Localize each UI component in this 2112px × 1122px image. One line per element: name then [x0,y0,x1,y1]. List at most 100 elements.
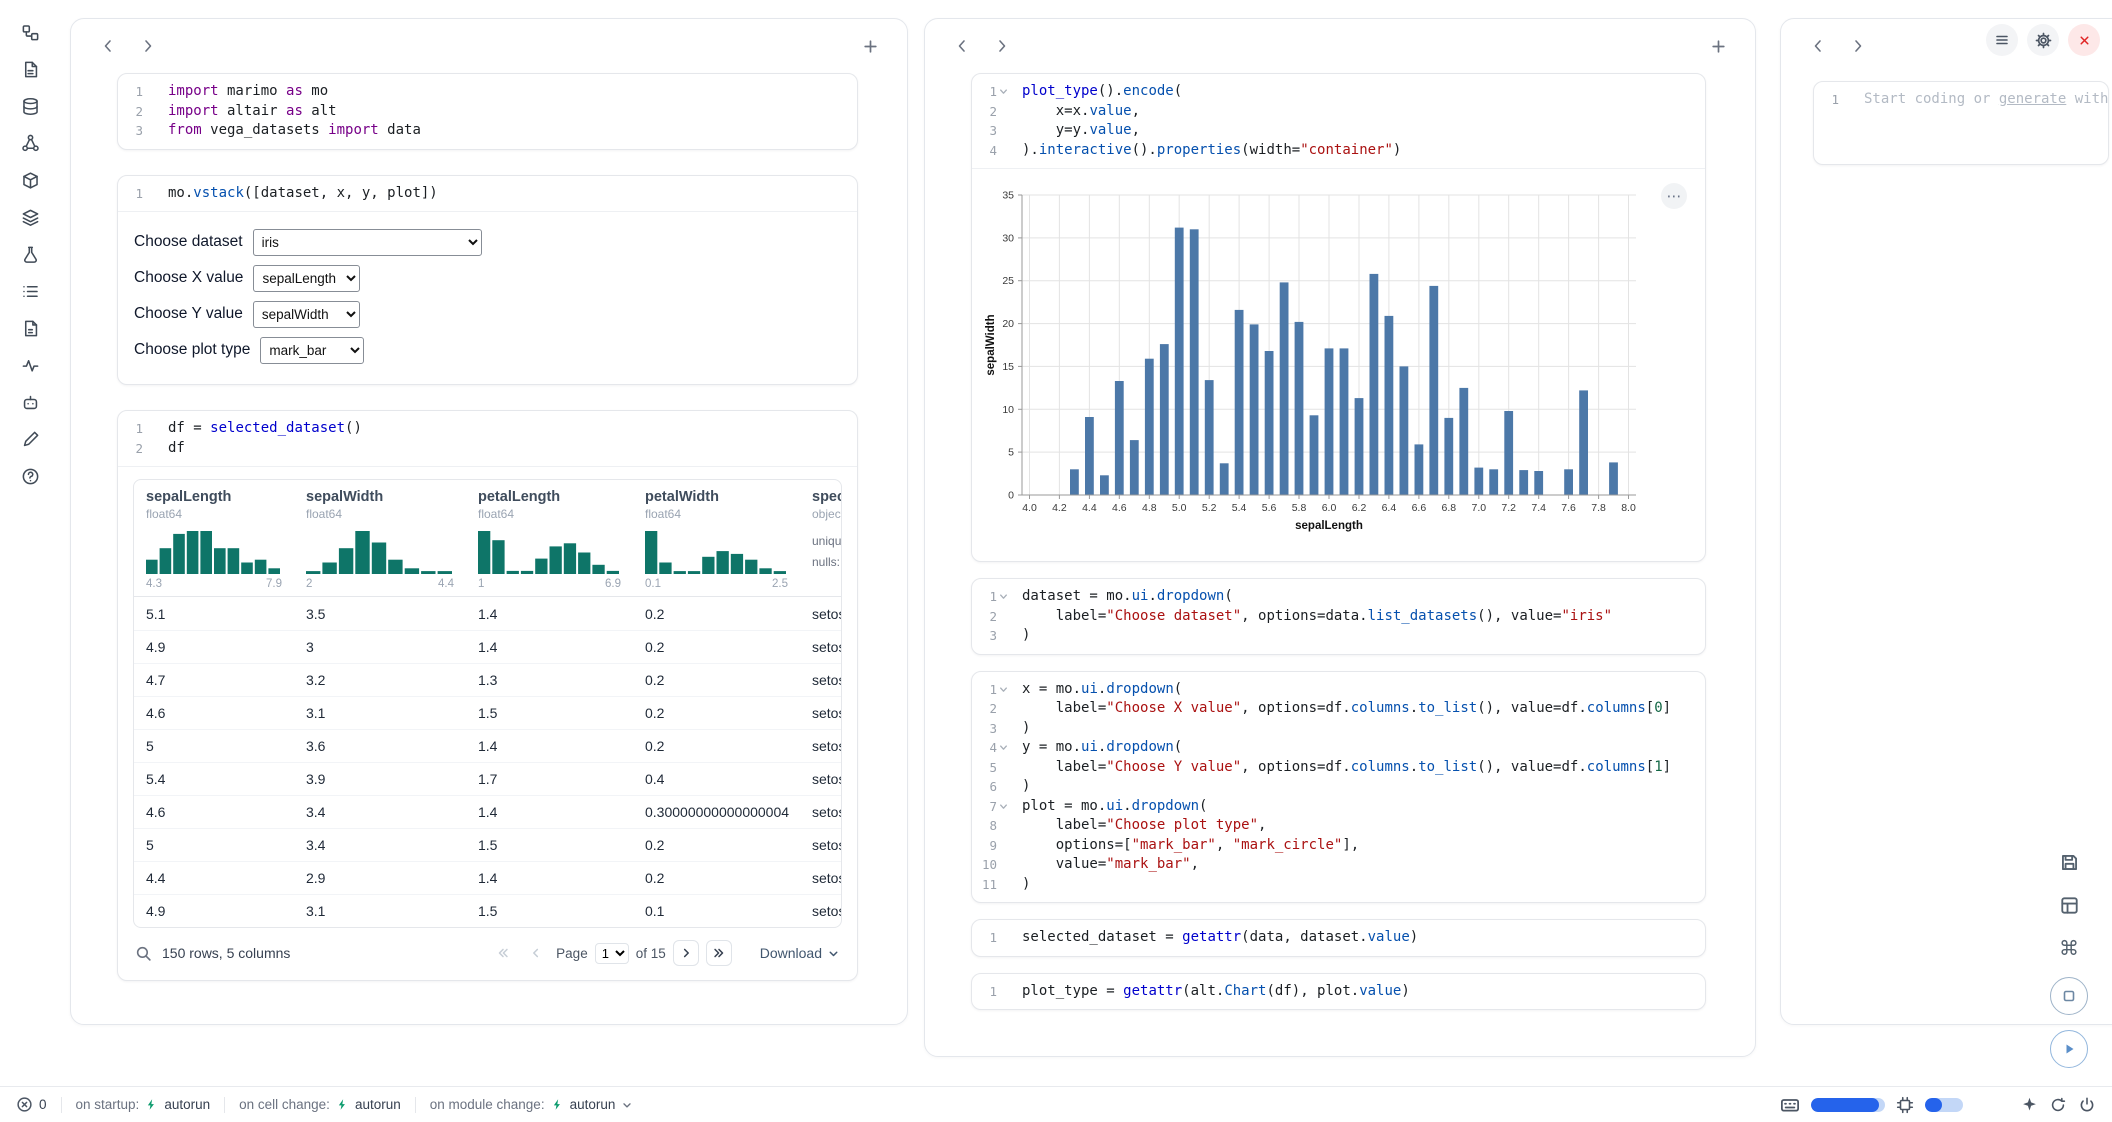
choose-dataset-select[interactable]: iris [253,229,482,256]
circle-x-icon [16,1096,33,1113]
line-number: 1 [977,587,997,607]
column-header-petalwidth[interactable]: petalWidthfloat640.12.5 [633,480,800,596]
column-header-species[interactable]: speciesobjectunique:nulls: [800,480,841,596]
svg-text:4.6: 4.6 [1112,502,1127,514]
on-cell-change-setting[interactable]: on cell change: autorun [239,1097,401,1112]
chart-options-button[interactable]: ⋯ [1661,183,1687,209]
pencil-icon[interactable] [18,427,42,451]
table-cell: 0.2 [633,837,800,853]
svg-text:10: 10 [1002,404,1014,416]
line-gutter: 3 [972,121,1018,141]
power-icon[interactable] [2078,1096,2096,1114]
restart-icon[interactable] [2049,1096,2067,1114]
keyboard-shortcuts-button[interactable]: ⌘ [2055,934,2083,962]
interrupt-button[interactable] [2050,977,2088,1015]
list-icon[interactable] [18,279,42,303]
column-nav-right-button[interactable] [135,33,161,59]
add-cell-button[interactable] [857,33,883,59]
flask-icon[interactable] [18,242,42,266]
column-nav-right-button[interactable] [1845,33,1871,59]
code-line: 2 label="Choose X value", options=df.col… [972,699,1705,719]
svg-text:5.8: 5.8 [1292,502,1307,514]
keyboard-icon[interactable] [1780,1095,1800,1115]
on-module-change-setting[interactable]: on module change: autorun [430,1097,634,1112]
zap-icon [336,1098,349,1111]
table-cell: 4.9 [134,639,294,655]
column-header-sepalwidth[interactable]: sepalWidthfloat6424.4 [294,480,466,596]
help-circle-icon[interactable] [18,464,42,488]
code-editor[interactable]: 1selected_dataset = getattr(data, datase… [972,920,1705,956]
line-gutter: 2 [972,699,1018,719]
prev-page-button[interactable] [523,940,549,966]
choose-y-value-select[interactable]: sepalWidth [253,301,360,328]
menu-button[interactable] [1986,24,2018,56]
svg-text:7.2: 7.2 [1501,502,1516,514]
column-max: 2.5 [772,578,788,590]
code-editor[interactable]: 1 Start coding or generate with AI [1814,82,2108,164]
generate-with-ai-link[interactable]: generate [1999,91,2066,107]
xy-plot-dropdowns-cell: 1x = mo.ui.dropdown(2 label="Choose X va… [971,671,1706,904]
choose-x-value-select[interactable]: sepalLength [253,265,360,292]
column-histogram [306,530,460,574]
table-cell: 3 [294,639,466,655]
fold-chevron-icon [997,743,1010,752]
table-cell: 4.7 [134,672,294,688]
cpu-usage-meter[interactable] [1925,1098,1963,1112]
hamburger-icon [1994,32,2010,48]
column-nav-right-button[interactable] [989,33,1015,59]
code-editor[interactable]: 1dataset = mo.ui.dropdown(2 label="Choos… [972,579,1705,654]
column-nav-left-button[interactable] [949,33,975,59]
code-line: 5 label="Choose Y value", options=df.col… [972,758,1705,778]
save-button[interactable] [2055,848,2083,876]
network-icon[interactable] [18,131,42,155]
column-nav-left-button[interactable] [95,33,121,59]
line-gutter: 5 [972,758,1018,778]
activity-icon[interactable] [18,353,42,377]
table-row: 53.61.40.2setosa [134,729,841,762]
settings-button[interactable] [2027,24,2059,56]
code-editor[interactable]: 1df = selected_dataset()2df [118,411,857,466]
file-code-icon[interactable] [18,57,42,81]
layers-icon[interactable] [18,205,42,229]
code-editor[interactable]: 1mo.vstack([dataset, x, y, plot]) [118,176,857,212]
errors-indicator[interactable]: 0 [16,1096,47,1113]
editor-placeholder: Start coding or generate with AI [1860,90,2109,110]
app-view-button[interactable] [2055,891,2083,919]
run-all-button[interactable] [2050,1030,2088,1068]
choose-plot-type-select[interactable]: mark_bar [260,337,364,364]
first-page-button[interactable] [490,940,516,966]
code-editor[interactable]: 1import marimo as mo2import altair as al… [118,74,857,149]
on-startup-setting[interactable]: on startup: autorun [76,1097,211,1112]
file-tree-icon[interactable] [18,20,42,44]
column-histogram [645,530,794,574]
last-page-button[interactable] [706,940,732,966]
add-cell-button[interactable] [1705,33,1731,59]
column-nav-left-button[interactable] [1805,33,1831,59]
column-header-petallength[interactable]: petalLengthfloat6416.9 [466,480,633,596]
table-cell: setosa [800,738,841,754]
close-notebook-button[interactable] [2068,24,2100,56]
table-cell: 5.4 [134,771,294,787]
search-icon[interactable] [135,945,152,962]
document-icon[interactable] [18,316,42,340]
svg-text:7.0: 7.0 [1471,502,1486,514]
floppy-icon [2059,852,2080,873]
download-button[interactable]: Download [760,945,840,961]
page-select[interactable]: 1 [595,943,629,964]
line-number: 3 [123,121,143,141]
page-label: Page [556,946,588,961]
line-gutter: 7 [972,797,1018,817]
code-editor[interactable]: 1plot_type = getattr(alt.Chart(df), plot… [972,974,1705,1010]
package-icon[interactable] [18,168,42,192]
next-page-button[interactable] [673,940,699,966]
column-header-sepallength[interactable]: sepalLengthfloat644.37.9 [134,480,294,596]
robot-icon[interactable] [18,390,42,414]
memory-usage-meter[interactable] [1811,1098,1885,1112]
table-header-row: sepalLengthfloat644.37.9sepalWidthfloat6… [134,480,841,597]
ai-sparkle-icon[interactable] [2021,1096,2038,1113]
line-number: 4 [977,141,997,161]
code-editor[interactable]: 1x = mo.ui.dropdown(2 label="Choose X va… [972,672,1705,903]
database-icon[interactable] [18,94,42,118]
column-histogram [478,530,627,574]
code-editor[interactable]: 1plot_type().encode(2 x=x.value,3 y=y.va… [972,74,1705,168]
